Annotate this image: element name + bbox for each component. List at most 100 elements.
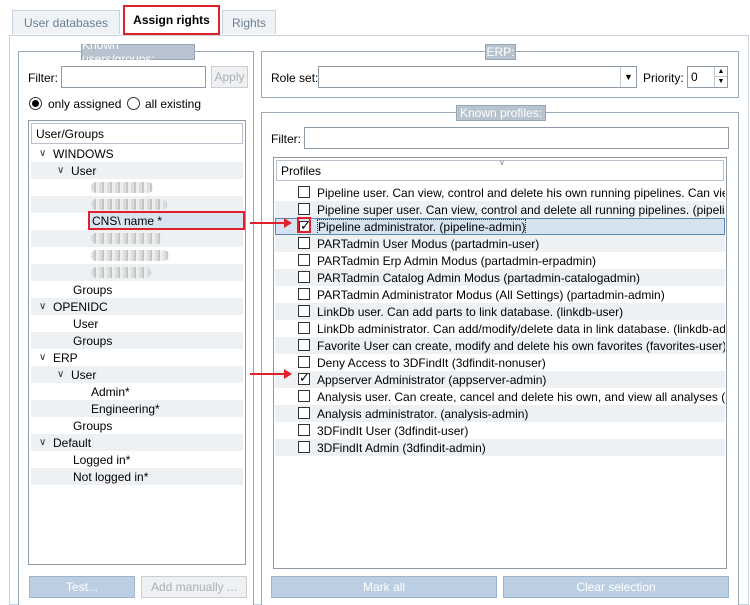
users-groups-tree[interactable]: User/Groups ∨ WINDOWS ∨ User CNS\ name *…: [28, 120, 246, 565]
tab-bar: User databases Assign rights Rights: [0, 0, 750, 35]
tree-node-openidc-groups[interactable]: Groups: [31, 332, 243, 349]
chevron-down-icon[interactable]: ∨: [57, 369, 64, 380]
profile-checkbox[interactable]: [298, 237, 310, 249]
filter-label: Filter:: [28, 71, 58, 85]
test-button[interactable]: Test...: [29, 576, 135, 598]
profile-row[interactable]: Favorite User can create, modify and del…: [275, 337, 725, 354]
tree-node-erp-user[interactable]: ∨ User: [31, 366, 243, 383]
profile-label: PARTadmin Administrator Modus (All Setti…: [317, 287, 665, 302]
clear-selection-button[interactable]: Clear selection: [503, 576, 729, 598]
tree-node-default[interactable]: ∨ Default: [31, 434, 243, 451]
profile-row[interactable]: PARTadmin User Modus (partadmin-user): [275, 235, 725, 252]
chevron-down-icon[interactable]: ∨: [39, 437, 46, 448]
tree-node-redacted-user[interactable]: [31, 230, 243, 247]
profile-checkbox[interactable]: [298, 441, 310, 453]
add-manually-button[interactable]: Add manually ...: [141, 576, 247, 598]
profile-checkbox[interactable]: [298, 288, 310, 300]
dropdown-arrow-icon[interactable]: ▼: [620, 67, 636, 87]
profile-label: Pipeline administrator. (pipeline-admin): [316, 219, 527, 234]
priority-spinner[interactable]: 0 ▲ ▼: [687, 66, 728, 88]
profile-label: Deny Access to 3DFindIt (3dfindit-nonuse…: [317, 355, 546, 370]
tab-rights[interactable]: Rights: [222, 10, 276, 34]
profile-checkbox[interactable]: [298, 186, 310, 198]
tree-node-selected-user[interactable]: CNS\ name *: [31, 212, 243, 229]
profile-row[interactable]: Pipeline administrator. (pipeline-admin): [275, 218, 725, 235]
profiles-list[interactable]: Profiles ∨ Pipeline user. Can view, cont…: [273, 157, 727, 569]
tree-node-engineering[interactable]: Engineering*: [31, 400, 243, 417]
profile-checkbox[interactable]: [298, 254, 310, 266]
profile-checkbox[interactable]: [298, 407, 310, 419]
profile-checkbox[interactable]: [298, 424, 310, 436]
priority-value: 0: [691, 70, 698, 84]
erp-title: ERP:: [485, 44, 516, 60]
chevron-down-icon[interactable]: ∨: [57, 165, 64, 176]
profile-row[interactable]: Analysis administrator. (analysis-admin): [275, 405, 725, 422]
tree-node-redacted-user[interactable]: [31, 247, 243, 264]
profile-row[interactable]: LinkDb user. Can add parts to link datab…: [275, 303, 725, 320]
known-profiles-title: Known profiles:: [456, 105, 546, 121]
profile-label: Appserver Administrator (appserver-admin…: [317, 372, 547, 387]
profile-row[interactable]: Pipeline user. Can view, control and del…: [275, 184, 725, 201]
tree-node-logged-in[interactable]: Logged in*: [31, 451, 243, 468]
profiles-filter-label: Filter:: [271, 132, 301, 146]
tree-node-windows-user[interactable]: ∨ User: [31, 162, 243, 179]
tab-user-databases[interactable]: User databases: [12, 10, 120, 34]
chevron-down-icon[interactable]: ∨: [39, 148, 46, 159]
profile-checkbox[interactable]: [298, 390, 310, 402]
profile-row[interactable]: Appserver Administrator (appserver-admin…: [275, 371, 725, 388]
tree-node-redacted-user[interactable]: [31, 264, 243, 281]
redacted-name: [91, 267, 151, 278]
tab-assign-rights[interactable]: Assign rights: [123, 5, 220, 35]
profiles-filter-input[interactable]: [304, 127, 729, 149]
known-users-title: Known users/groups:: [81, 38, 195, 66]
tree-node-openidc-user[interactable]: User: [31, 315, 243, 332]
only-assigned-label: only assigned: [48, 97, 122, 111]
profile-row[interactable]: PARTadmin Administrator Modus (All Setti…: [275, 286, 725, 303]
profile-label: PARTadmin Catalog Admin Modus (partadmin…: [317, 270, 641, 285]
spin-down-icon[interactable]: ▼: [714, 77, 727, 87]
sort-indicator-icon: ∨: [499, 158, 505, 167]
profile-checkbox[interactable]: [299, 219, 311, 234]
role-set-select[interactable]: ▼: [318, 66, 637, 88]
profile-checkbox[interactable]: [298, 203, 310, 215]
profile-row[interactable]: Analysis user. Can create, cancel and de…: [275, 388, 725, 405]
tree-node-not-logged-in[interactable]: Not logged in*: [31, 468, 243, 485]
all-existing-radio[interactable]: [127, 97, 140, 110]
tree-node-admin[interactable]: Admin*: [31, 383, 243, 400]
profile-checkbox[interactable]: [298, 356, 310, 368]
profile-label: 3DFindIt Admin (3dfindit-admin): [317, 440, 486, 455]
profile-checkbox[interactable]: [298, 339, 310, 351]
profile-label: PARTadmin Erp Admin Modus (partadmin-erp…: [317, 253, 597, 268]
apply-button[interactable]: Apply: [211, 66, 248, 88]
profile-checkbox[interactable]: [298, 271, 310, 283]
profile-checkbox[interactable]: [298, 371, 310, 386]
profile-row[interactable]: LinkDb administrator. Can add/modify/del…: [275, 320, 725, 337]
tree-node-redacted-user[interactable]: [31, 179, 243, 196]
mark-all-button[interactable]: Mark all: [271, 576, 497, 598]
redacted-name: [91, 182, 153, 193]
tree-node-windows-groups[interactable]: Groups: [31, 281, 243, 298]
chevron-down-icon[interactable]: ∨: [39, 352, 46, 363]
profile-checkbox[interactable]: [298, 322, 310, 334]
chevron-down-icon[interactable]: ∨: [39, 301, 46, 312]
tree-node-openidc[interactable]: ∨ OPENIDC: [31, 298, 243, 315]
profile-row[interactable]: Pipeline super user. Can view, control a…: [275, 201, 725, 218]
only-assigned-radio[interactable]: [29, 97, 42, 110]
tree-header: User/Groups: [31, 123, 243, 144]
spin-up-icon[interactable]: ▲: [714, 67, 727, 77]
profile-label: Analysis administrator. (analysis-admin): [317, 406, 529, 421]
users-filter-input[interactable]: [61, 66, 206, 88]
tree-node-erp-groups[interactable]: Groups: [31, 417, 243, 434]
profile-label: 3DFindIt User (3dfindit-user): [317, 423, 469, 438]
profile-row[interactable]: 3DFindIt Admin (3dfindit-admin): [275, 439, 725, 456]
profile-checkbox[interactable]: [298, 305, 310, 317]
profiles-header[interactable]: Profiles ∨: [276, 158, 724, 181]
profile-row[interactable]: 3DFindIt User (3dfindit-user): [275, 422, 725, 439]
tree-node-erp[interactable]: ∨ ERP: [31, 349, 243, 366]
profile-label: Pipeline super user. Can view, control a…: [317, 202, 725, 217]
profile-row[interactable]: Deny Access to 3DFindIt (3dfindit-nonuse…: [275, 354, 725, 371]
profile-row[interactable]: PARTadmin Catalog Admin Modus (partadmin…: [275, 269, 725, 286]
redacted-name: [91, 199, 167, 210]
profile-row[interactable]: PARTadmin Erp Admin Modus (partadmin-erp…: [275, 252, 725, 269]
tree-node-windows[interactable]: ∨ WINDOWS: [31, 145, 243, 162]
